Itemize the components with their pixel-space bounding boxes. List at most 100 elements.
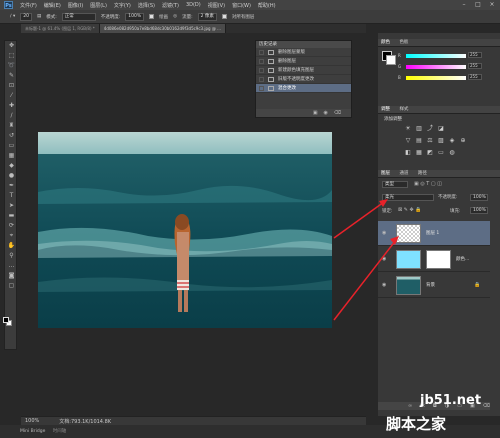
trash-icon[interactable]: ⌫	[334, 109, 341, 117]
tab-layers[interactable]: 图层	[381, 170, 390, 178]
brush-size-picker[interactable]: 20	[20, 12, 32, 21]
new-document-from-state-icon[interactable]: ▣	[313, 109, 318, 117]
tab-channels[interactable]: 通道	[399, 170, 408, 178]
move-tool-icon[interactable]: ✥	[5, 41, 18, 51]
close-icon[interactable]: ×	[488, 1, 496, 8]
eyedropper-tool-icon[interactable]: ⁄	[5, 91, 18, 101]
link-icon[interactable]: ∞	[408, 402, 412, 410]
mode-select[interactable]: 正常	[61, 12, 96, 21]
healing-tool-icon[interactable]: ✚	[5, 101, 18, 111]
layer-name[interactable]: 颜色...	[456, 256, 469, 262]
gradient-tool-icon[interactable]: ▦	[5, 151, 18, 161]
slider-b[interactable]: B 255	[398, 74, 498, 81]
filter-icons[interactable]: ▣ ◎ T ▢ ◫	[414, 181, 442, 187]
tab-swatches[interactable]: 色板	[399, 39, 408, 47]
menu-filter[interactable]: 滤镜(T)	[162, 2, 179, 9]
menu-image[interactable]: 图像(I)	[68, 2, 83, 9]
history-brush-tool-icon[interactable]: ↺	[5, 131, 18, 141]
pressure-icon[interactable]: ◎	[173, 14, 177, 19]
quick-mask-icon[interactable]: ◙	[5, 271, 18, 281]
brush-tool-icon[interactable]: ∕	[5, 111, 18, 121]
snapshot-camera-icon[interactable]: ◉	[324, 109, 328, 117]
tab-styles[interactable]: 样式	[399, 106, 408, 114]
foreground-color-swatch[interactable]	[3, 317, 9, 323]
posterize-icon[interactable]: ▦	[415, 149, 423, 157]
trash-icon[interactable]: ⌫	[483, 402, 490, 410]
gradient-map-icon[interactable]: ▭	[437, 149, 445, 157]
hue-icon[interactable]: ▤	[415, 137, 423, 145]
menu-view[interactable]: 视图(V)	[208, 2, 225, 9]
slider-g[interactable]: G 255	[398, 63, 498, 70]
layer-opacity-input[interactable]: 100%	[470, 194, 488, 201]
history-item-selected[interactable]: 混合更改	[256, 84, 351, 93]
screen-mode-icon[interactable]: ▢	[5, 281, 18, 291]
invert-icon[interactable]: ◧	[404, 149, 412, 157]
menu-3d[interactable]: 3D(D)	[186, 2, 201, 8]
history-item[interactable]: 删除图层	[256, 57, 351, 66]
tab-untitled[interactable]: 未标题-1 @ 61.4% (图层 1, RGB/8) *	[21, 24, 100, 33]
slider-r[interactable]: R 255	[398, 52, 498, 59]
layer-name[interactable]: 图层 1	[426, 230, 439, 236]
hand-tool-icon[interactable]: ✋	[5, 241, 18, 251]
curves-icon[interactable]: ⤴	[426, 125, 434, 133]
zoom-tool-icon[interactable]: ⚲	[5, 251, 18, 261]
tab-color[interactable]: 颜色	[381, 39, 390, 47]
flow-input[interactable]: 2 像素	[197, 12, 217, 21]
zoom-level[interactable]: 100%	[25, 418, 39, 424]
blur-tool-icon[interactable]: ◆	[5, 161, 18, 171]
levels-icon[interactable]: ▥	[415, 125, 423, 133]
mini-bridge-tab[interactable]: Mini Bridge 时间轴	[20, 428, 66, 434]
vibrance-icon[interactable]: ▽	[404, 137, 412, 145]
color-bg-swatch[interactable]	[386, 55, 396, 65]
black-white-icon[interactable]: ▨	[437, 137, 445, 145]
history-item[interactable]: 删除图层蒙版	[256, 48, 351, 57]
tab-photo[interactable]: 4d086e082d950a7e8bd68dc30b0162d9f3d5c9c3…	[99, 24, 226, 33]
maximize-icon[interactable]: □	[474, 1, 482, 8]
layer-name[interactable]: 背景	[426, 282, 435, 288]
history-item[interactable]: 新建颜色填充图层	[256, 66, 351, 75]
3d-tool-icon[interactable]: ⟳	[5, 221, 18, 231]
photo-filter-icon[interactable]: ◈	[448, 137, 456, 145]
menu-file[interactable]: 文件(F)	[20, 2, 37, 9]
path-select-tool-icon[interactable]: ➤	[5, 201, 18, 211]
color-balance-icon[interactable]: ⚖	[426, 137, 434, 145]
tab-paths[interactable]: 路径	[418, 170, 427, 178]
brush-panel-icon[interactable]: ▤	[37, 14, 41, 19]
shape-tool-icon[interactable]: ▬	[5, 211, 18, 221]
menu-edit[interactable]: 编辑(E)	[44, 2, 61, 9]
threshold-icon[interactable]: ◩	[426, 149, 434, 157]
menu-help[interactable]: 帮助(H)	[258, 2, 276, 9]
3d-camera-tool-icon[interactable]: ⌖	[5, 231, 18, 241]
marquee-tool-icon[interactable]: ⬚	[5, 51, 18, 61]
quick-select-tool-icon[interactable]: ✎	[5, 71, 18, 81]
timeline-tab[interactable]: 时间轴	[53, 429, 67, 434]
menu-type[interactable]: 文字(Y)	[114, 2, 131, 9]
menu-window[interactable]: 窗口(W)	[232, 2, 251, 9]
color-panel-header: 颜色 色板	[378, 39, 500, 47]
crop-tool-icon[interactable]: ⊡	[5, 81, 18, 91]
lock-icons[interactable]: ⊠ ✎ ✥ 🔒	[398, 207, 422, 213]
selective-color-icon[interactable]: ◍	[448, 149, 456, 157]
exposure-icon[interactable]: ◪	[437, 125, 445, 133]
minimize-icon[interactable]: –	[460, 1, 468, 8]
layer-kind-filter[interactable]: 类型	[382, 181, 408, 188]
stamp-tool-icon[interactable]: ♜	[5, 121, 18, 131]
brush-tool-icon[interactable]: ∕ ▾	[10, 14, 15, 19]
lasso-tool-icon[interactable]: ➰	[5, 61, 18, 71]
menu-layer[interactable]: 图层(L)	[90, 2, 107, 9]
eraser-tool-icon[interactable]: ▭	[5, 141, 18, 151]
history-item[interactable]: 旧版不透明度更改	[256, 75, 351, 84]
airbrush-checkbox[interactable]	[149, 14, 155, 19]
history-panel-title[interactable]: 历史记录	[256, 41, 351, 48]
all-layers-checkbox[interactable]	[221, 14, 227, 19]
opacity-input[interactable]: 100%	[125, 12, 145, 21]
menu-select[interactable]: 选择(S)	[138, 2, 155, 9]
type-tool-icon[interactable]: T	[5, 191, 18, 201]
pen-tool-icon[interactable]: ✒	[5, 181, 18, 191]
tab-adjustments[interactable]: 调整	[381, 106, 390, 114]
more-tools-icon[interactable]: …	[5, 261, 18, 271]
layer-fill-input[interactable]: 100%	[470, 207, 488, 214]
brightness-icon[interactable]: ☀	[404, 125, 412, 133]
channel-mixer-icon[interactable]: ⊕	[459, 137, 467, 145]
dodge-tool-icon[interactable]: ●	[5, 171, 18, 181]
